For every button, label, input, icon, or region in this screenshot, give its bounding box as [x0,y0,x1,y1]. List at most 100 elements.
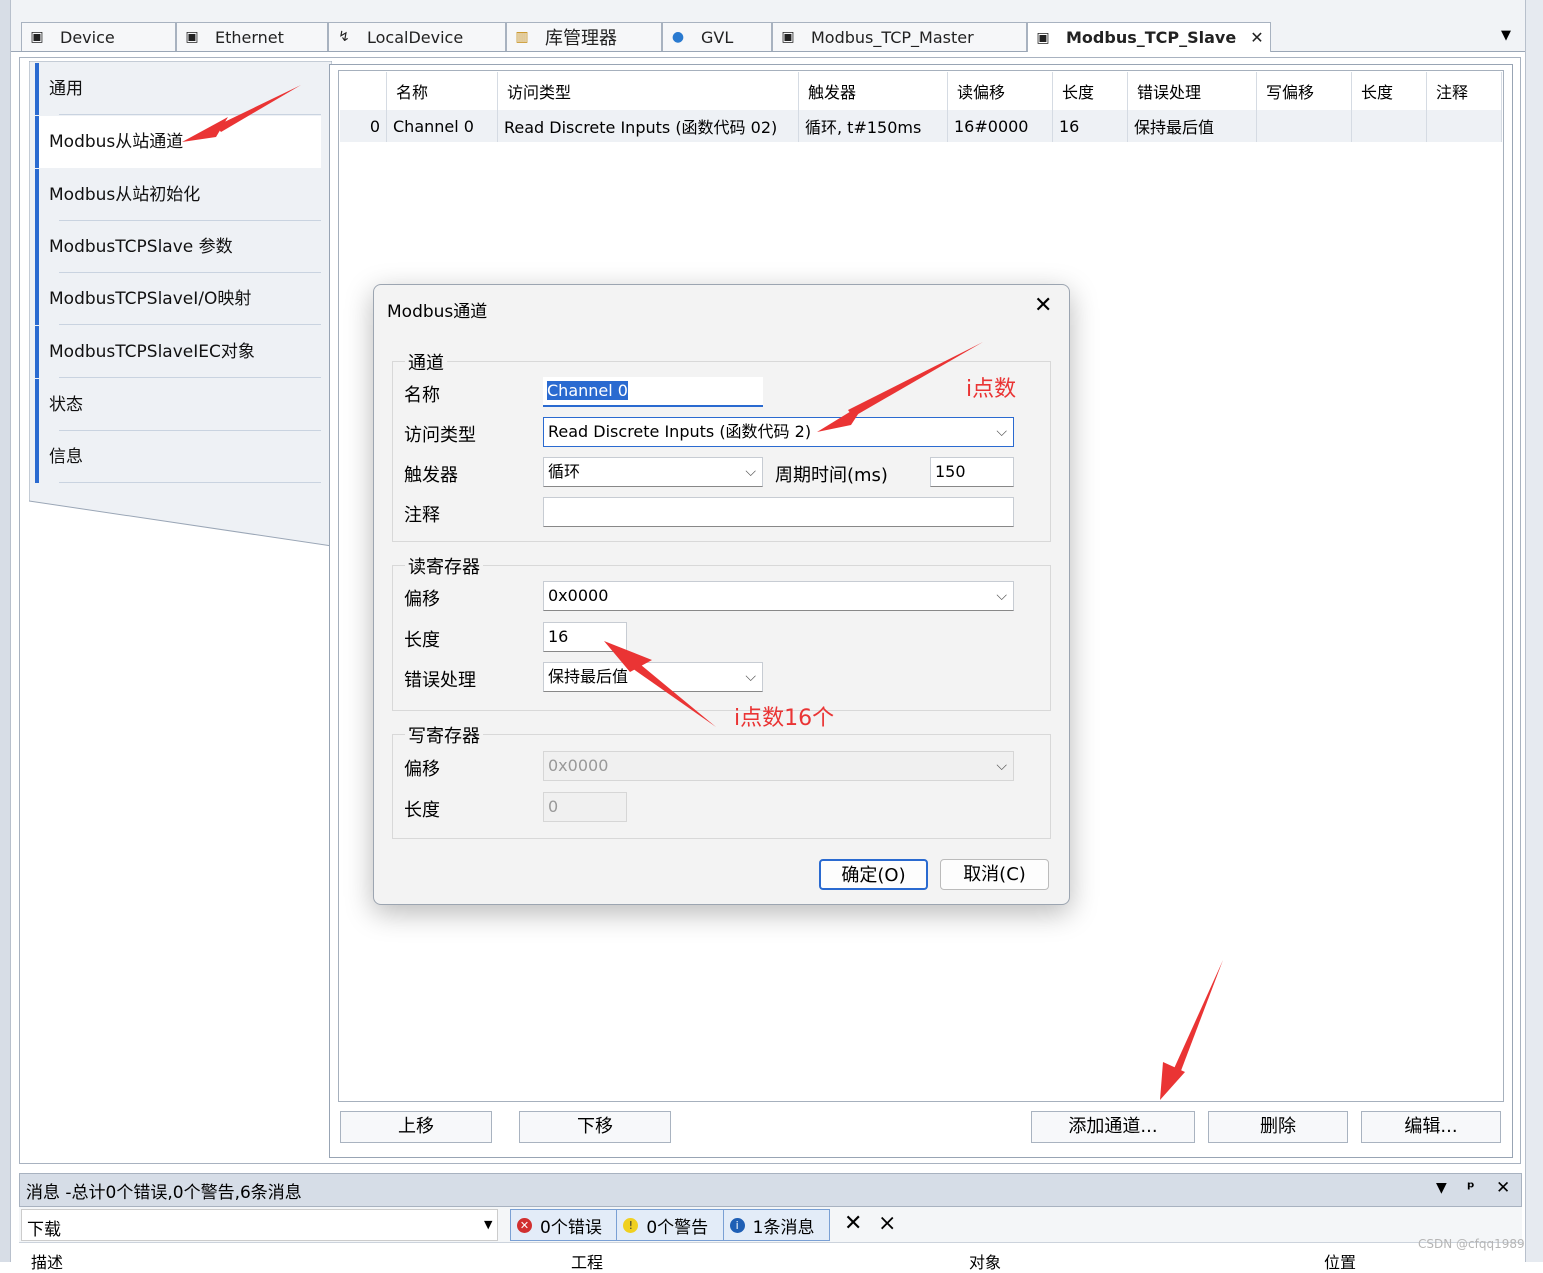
add-channel-button[interactable]: 添加通道... [1031,1111,1195,1143]
tab-device[interactable]: ▣ Device [21,22,176,51]
comment-input[interactable] [543,497,1014,527]
column-header-object[interactable]: 对象 [969,1249,1001,1273]
write-length-label: 长度 [404,800,440,821]
error-handling-label: 错误处理 [404,670,476,691]
chevron-down-icon: ⌵ [996,588,1007,604]
nav-item-status[interactable]: 状态 [35,379,321,431]
chevron-down-icon: ⌵ [996,758,1007,774]
read-length-input[interactable]: 16 [543,622,627,652]
messages-title: 消息 -总计0个错误,0个警告,6条消息 [26,1183,302,1203]
column-header-write-offset[interactable]: 写偏移 [1256,72,1352,110]
tab-library-manager[interactable]: ▥ 库管理器 [506,22,662,51]
cancel-button[interactable]: 取消(C) [940,859,1049,890]
move-up-button[interactable]: 上移 [340,1111,492,1143]
channel-table: 名称 访问类型 触发器 读偏移 长度 错误处理 写偏移 长度 注释 0 Chan… [340,72,1502,142]
column-header-description[interactable]: 描述 [31,1249,63,1273]
pane-menu-icon[interactable]: ▼ [1436,1180,1447,1196]
message-filter-group: ✕ 0个错误 ! 0个警告 i 1条消息 [510,1209,830,1241]
tab-list-dropdown-icon[interactable]: ▼ [1495,28,1517,46]
tab-ethernet[interactable]: ▣ Ethernet [176,22,328,51]
right-dock-strip [1525,0,1543,1262]
column-header-index [340,72,387,110]
trigger-label: 触发器 [404,465,458,486]
delete-button[interactable]: 删除 [1208,1111,1348,1143]
info-icon: i [729,1217,745,1233]
device-icon: ▣ [30,29,44,45]
cell-access-type: Read Discrete Inputs (函数代码 02) [497,110,799,142]
cell-write-offset [1256,110,1352,142]
move-down-button[interactable]: 下移 [519,1111,671,1143]
cell-name: Channel 0 [386,110,498,142]
column-header-position[interactable]: 位置 [1324,1249,1356,1273]
read-offset-select[interactable]: 0x0000 ⌵ [543,581,1014,611]
info-filter-button[interactable]: i 1条消息 [724,1210,829,1240]
column-header-name[interactable]: 名称 [386,72,498,110]
read-length-label: 长度 [404,630,440,651]
cycle-time-input[interactable]: 150 [930,457,1014,487]
cell-read-offset: 16#0000 [947,110,1053,142]
watermark: CSDN @cfqq1989 [1418,1237,1525,1251]
annotation-i-points: i点数 [966,377,1017,402]
column-header-read-length[interactable]: 长度 [1052,72,1128,110]
column-header-read-offset[interactable]: 读偏移 [947,72,1053,110]
nav-item-modbus-slave-channel[interactable]: Modbus从站通道 [35,116,321,168]
device-icon: ▣ [1036,29,1050,46]
nav-item-general[interactable]: 通用 [35,63,321,115]
column-header-trigger[interactable]: 触发器 [798,72,948,110]
chevron-down-icon: ⌵ [745,464,756,480]
column-header-error-handling[interactable]: 错误处理 [1127,72,1257,110]
clear-messages-icon[interactable]: ✕ [844,1211,862,1236]
column-header-write-length[interactable]: 长度 [1351,72,1427,110]
globe-icon: ● [671,29,685,45]
cycle-time-label: 周期时间(ms) [775,465,888,486]
message-source-dropdown[interactable]: 下载 ▼ [21,1209,498,1241]
write-length-input: 0 [543,792,627,822]
edit-button[interactable]: 编辑... [1361,1111,1501,1143]
write-register-group: 写寄存器 [392,722,1051,839]
errors-filter-button[interactable]: ✕ 0个错误 [511,1210,618,1240]
nav-item-modbus-slave-init[interactable]: Modbus从站初始化 [35,169,321,221]
cell-read-length: 16 [1052,110,1128,142]
dialog-title: Modbus通道 [387,302,488,322]
close-pane-icon[interactable]: ✕ [1496,1178,1510,1198]
table-row[interactable]: 0 Channel 0 Read Discrete Inputs (函数代码 0… [340,110,1502,142]
nav-item-tcp-slave-io-mapping[interactable]: ModbusTCPSlaveI/O映射 [35,273,321,325]
name-label: 名称 [404,385,440,406]
column-header-access-type[interactable]: 访问类型 [497,72,799,110]
warning-icon: ! [623,1217,639,1233]
read-offset-label: 偏移 [404,589,440,610]
messages-column-headers: 描述 工程 对象 位置 [19,1243,1522,1272]
chevron-down-icon: ⌵ [745,669,756,685]
tab-modbus-tcp-slave[interactable]: ▣ Modbus_TCP_Slave ✕ [1027,22,1271,52]
tab-gvl[interactable]: ● GVL [662,22,772,51]
left-dock-strip [0,0,11,1262]
trigger-select[interactable]: 循环 ⌵ [543,457,763,487]
library-icon: ▥ [515,29,529,45]
access-type-label: 访问类型 [404,425,476,446]
dialog-close-icon[interactable]: ✕ [1034,293,1052,318]
ok-button[interactable]: 确定(O) [819,859,928,890]
nav-item-tcp-slave-params[interactable]: ModbusTCPSlave 参数 [35,221,321,273]
column-header-comment[interactable]: 注释 [1426,72,1502,110]
tab-modbus-tcp-master[interactable]: ▣ Modbus_TCP_Master [772,22,1027,51]
nav-item-information[interactable]: 信息 [35,431,321,483]
device-icon: ▣ [781,29,795,45]
warnings-filter-button[interactable]: ! 0个警告 [617,1210,724,1240]
column-header-project[interactable]: 工程 [571,1249,603,1273]
name-input[interactable]: Channel 0 [543,377,763,407]
nav-item-tcp-slave-iec-objects[interactable]: ModbusTCPSlaveIEC对象 [35,326,321,378]
pin-icon[interactable]: ᵖ [1467,1178,1475,1197]
tab-localdevice[interactable]: ↯ LocalDevice [328,22,506,51]
clear-all-messages-icon[interactable]: ⨯ [878,1211,896,1236]
cell-comment [1426,110,1502,142]
device-icon: ▣ [185,29,199,45]
access-type-select[interactable]: Read Discrete Inputs (函数代码 2) ⌵ [543,417,1014,447]
chevron-down-icon: ▼ [484,1218,493,1231]
cell-index: 0 [340,110,387,142]
device-editor-nav: 通用 Modbus从站通道 Modbus从站初始化 ModbusTCPSlave… [29,61,332,551]
close-tab-icon[interactable]: ✕ [1250,28,1263,47]
local-device-icon: ↯ [338,29,350,45]
cell-write-length [1351,110,1427,142]
error-handling-select[interactable]: 保持最后值 ⌵ [543,662,763,692]
write-offset-label: 偏移 [404,759,440,780]
